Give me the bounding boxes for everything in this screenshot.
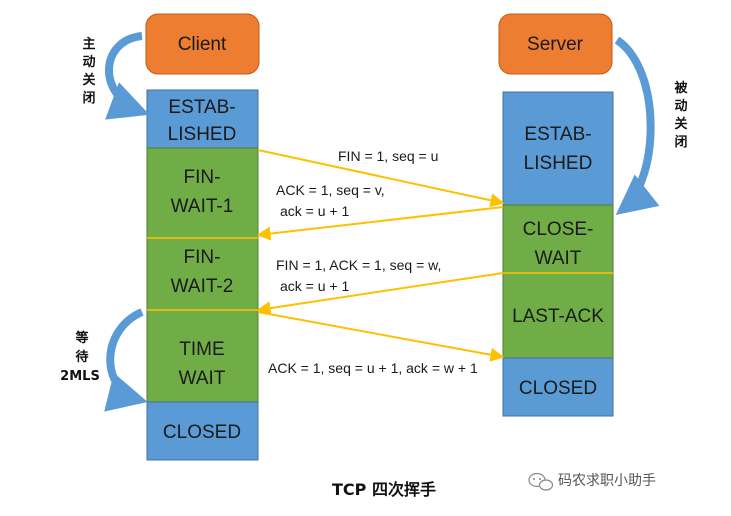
client-established-line1: ESTAB- <box>168 97 235 118</box>
wechat-icon <box>528 472 554 491</box>
client-fin-wait-1-line1: FIN- <box>184 167 221 188</box>
server-close-wait-line1: CLOSE- <box>523 219 594 240</box>
client-label: Client <box>178 34 227 55</box>
client-state-fin-wait-2: FIN- WAIT-2 <box>146 237 259 311</box>
server-header: Server <box>498 13 613 75</box>
msg-ack-line2: ack = u + 1 <box>280 203 349 219</box>
watermark: 码农求职小助手 <box>528 472 656 491</box>
svg-text:被: 被 <box>673 80 688 96</box>
client-state-fin-wait-1: FIN- WAIT-1 <box>146 147 259 239</box>
client-fin-wait-1-line2: WAIT-1 <box>171 196 234 217</box>
client-header: Client <box>145 13 260 75</box>
server-label: Server <box>527 34 584 55</box>
passive-close-label: 被 动 关 闭 <box>673 80 688 150</box>
svg-text:动: 动 <box>674 99 687 114</box>
msg-fin-ack-line1: FIN = 1, ACK = 1, seq = w, <box>276 257 441 273</box>
client-state-established: ESTAB- LISHED <box>146 89 259 149</box>
svg-text:闭: 闭 <box>674 134 687 150</box>
svg-text:动: 动 <box>82 55 95 70</box>
wait-2msl-curve-arrow <box>104 308 148 412</box>
server-state-closed: CLOSED <box>502 357 614 417</box>
client-time-wait-line1: TIME <box>179 339 224 360</box>
msg-final-ack: ACK = 1, seq = u + 1, ack = w + 1 <box>268 360 478 376</box>
client-time-wait-line2: WAIT <box>179 368 226 389</box>
client-established-line2: LISHED <box>168 124 237 145</box>
msg-fin-ack-line2: ack = u + 1 <box>280 278 349 294</box>
active-close-label: 主 动 关 闭 <box>82 36 95 106</box>
svg-text:等: 等 <box>74 330 88 346</box>
wait-2msl-label: 等 待 2MLS <box>60 330 100 384</box>
diagram-caption: TCP 四次挥手 <box>332 480 436 499</box>
msg-fin: FIN = 1, seq = u <box>338 148 438 164</box>
svg-text:闭: 闭 <box>82 90 95 106</box>
server-established-line2: LISHED <box>524 153 593 174</box>
final-ack-arrow <box>257 311 505 362</box>
server-established-line1: ESTAB- <box>524 124 591 145</box>
tcp-four-way-handshake-diagram: Client Server ESTAB- LISHED FIN- WAIT-1 … <box>60 13 688 499</box>
server-state-last-ack: LAST-ACK <box>502 272 614 359</box>
msg-ack-line1: ACK = 1, seq = v, <box>276 182 385 198</box>
watermark-text: 码农求职小助手 <box>558 473 656 489</box>
svg-text:待: 待 <box>74 349 88 365</box>
svg-text:关: 关 <box>674 116 687 132</box>
svg-text:关: 关 <box>82 72 95 88</box>
client-closed-label: CLOSED <box>163 422 241 443</box>
server-state-close-wait: CLOSE- WAIT <box>502 204 614 274</box>
client-fin-wait-2-line2: WAIT-2 <box>171 276 234 297</box>
client-state-closed: CLOSED <box>146 401 259 461</box>
server-state-established: ESTAB- LISHED <box>502 91 614 206</box>
client-fin-wait-2-line1: FIN- <box>184 247 221 268</box>
server-close-wait-line2: WAIT <box>535 248 582 269</box>
svg-text:主: 主 <box>82 36 95 52</box>
svg-text:2MLS: 2MLS <box>60 369 100 384</box>
server-closed-label: CLOSED <box>519 378 597 399</box>
passive-close-curve-arrow <box>614 36 660 215</box>
server-last-ack-label: LAST-ACK <box>512 306 604 327</box>
active-close-curve-arrow <box>105 32 150 120</box>
client-state-time-wait: TIME WAIT <box>146 309 259 403</box>
